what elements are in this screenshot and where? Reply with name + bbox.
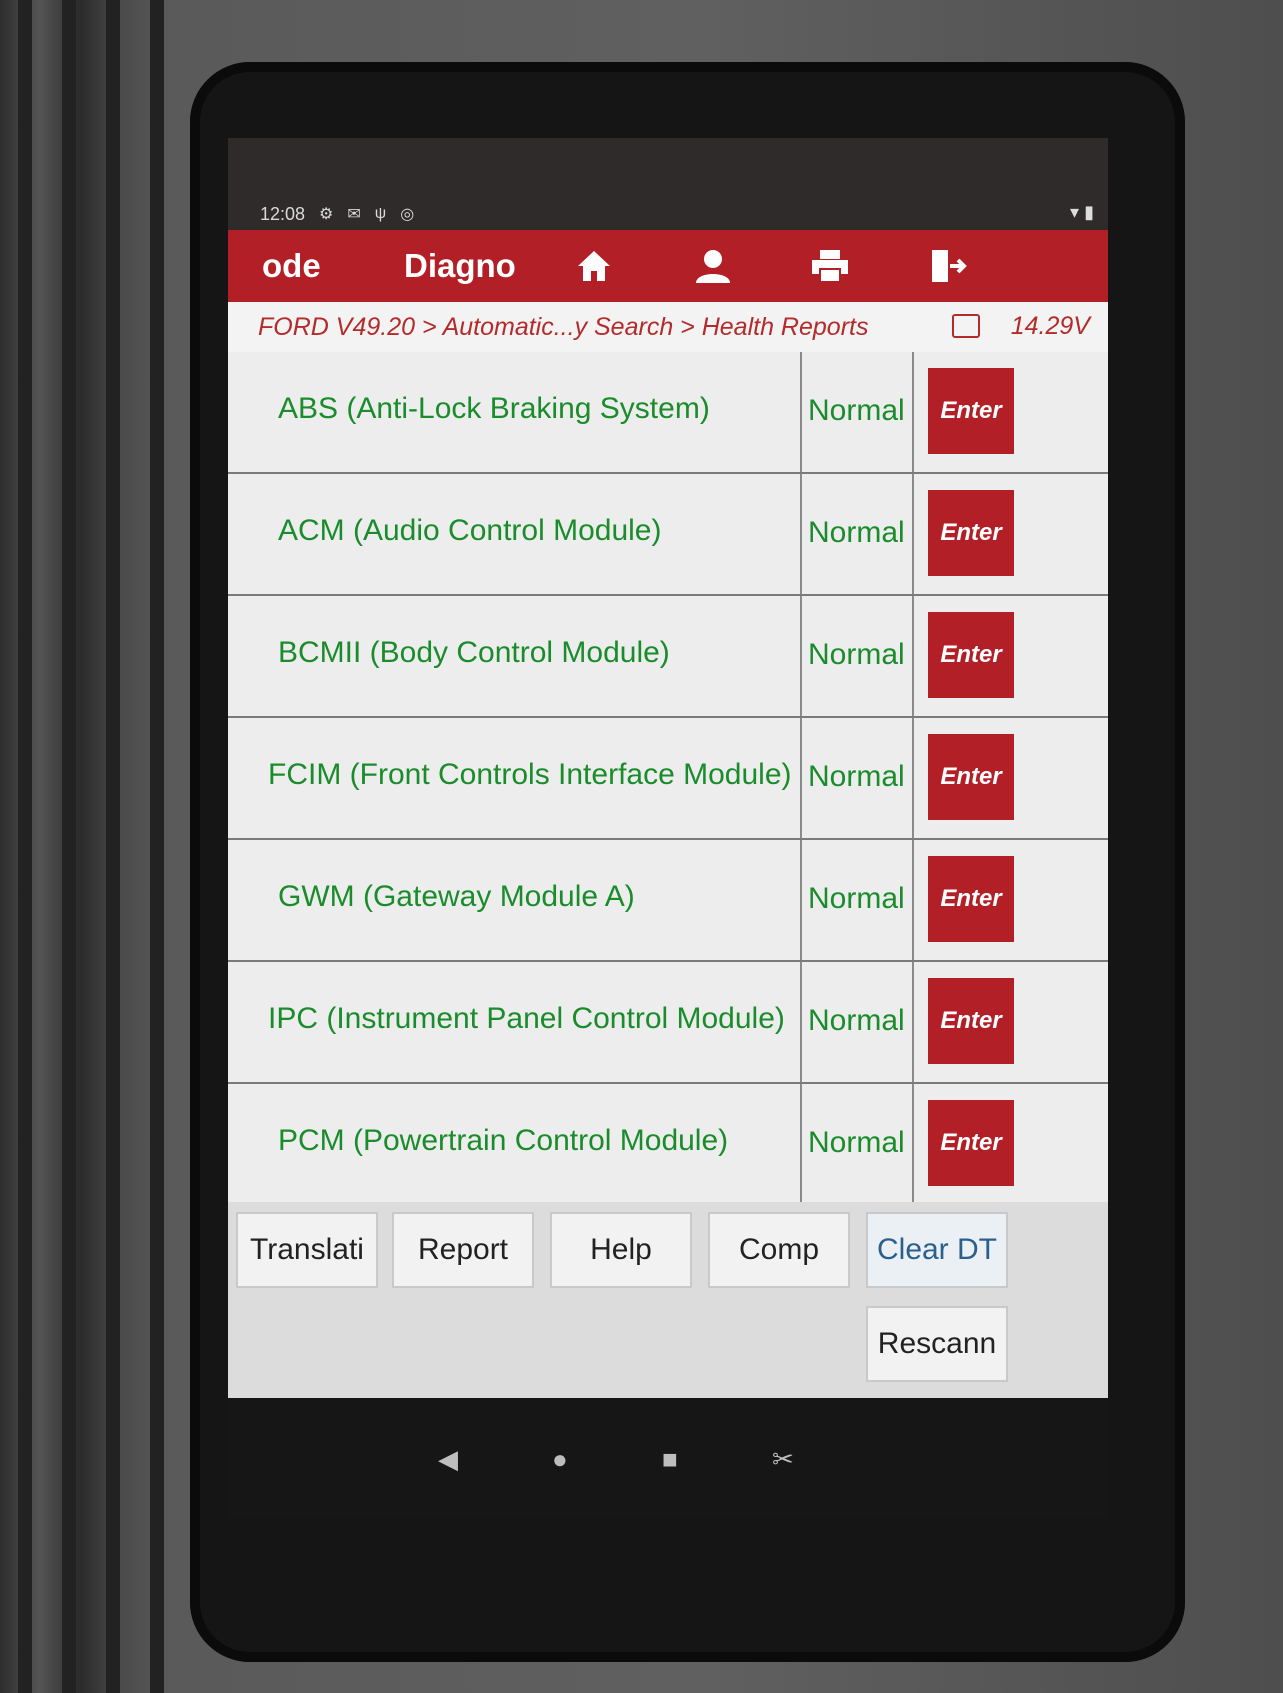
translation-button[interactable]: Translati [236,1212,378,1288]
column-divider [912,352,914,472]
table-row: PCM (Powertrain Control Module) Normal E… [228,1084,1108,1206]
battery-icon: ▮ [1084,202,1094,222]
compare-button[interactable]: Comp [708,1212,850,1288]
column-divider [800,352,802,472]
clear-dtc-button[interactable]: Clear DT [866,1212,1008,1288]
module-status: Normal [808,394,905,427]
android-nav-bar: ◀ ● ■ ✂ [228,1398,1108,1518]
enter-button[interactable]: Enter [928,978,1014,1064]
grip-ridge [150,0,164,1693]
module-status: Normal [808,882,905,915]
column-divider [800,962,802,1082]
enter-button[interactable]: Enter [928,490,1014,576]
module-name: GWM (Gateway Module A) [278,880,635,913]
grip-ridge [18,0,32,1693]
usb-icon: ψ [374,205,387,222]
table-row: ABS (Anti-Lock Braking System) Normal En… [228,352,1108,474]
module-status: Normal [808,1004,905,1037]
enter-button[interactable]: Enter [928,1100,1014,1186]
module-status: Normal [808,638,905,671]
tab-diagnose[interactable]: Diagno [404,247,516,285]
column-divider [800,596,802,716]
module-list: ABS (Anti-Lock Braking System) Normal En… [228,352,1108,1266]
column-divider [912,718,914,838]
column-divider [800,840,802,960]
enter-button[interactable]: Enter [928,368,1014,454]
device-screen: 12:08 ⚙ ✉ ψ ◎ ▾ ▮ ode Diagno FORD V49.20… [228,138,1108,1518]
report-button[interactable]: Report [392,1212,534,1288]
module-name: PCM (Powertrain Control Module) [278,1124,729,1157]
enter-button[interactable]: Enter [928,612,1014,698]
screenshot-icon[interactable]: ✂ [772,1444,794,1475]
column-divider [800,718,802,838]
module-status: Normal [808,760,905,793]
module-status: Normal [808,516,905,549]
recents-icon[interactable]: ■ [662,1444,678,1475]
enter-button[interactable]: Enter [928,734,1014,820]
breadcrumb-path: FORD V49.20 > Automatic...y Search > Hea… [258,312,869,341]
exit-icon[interactable] [928,248,968,284]
module-name: FCIM (Front Controls Interface Module) [268,758,792,791]
enter-button[interactable]: Enter [928,856,1014,942]
column-divider [912,840,914,960]
module-name: ABS (Anti-Lock Braking System) [278,392,710,425]
battery-voltage: 14.29V [1010,312,1090,340]
back-icon[interactable]: ◀ [438,1444,458,1475]
table-row: FCIM (Front Controls Interface Module) N… [228,718,1108,840]
home-icon[interactable] [576,249,612,283]
app-header: ode Diagno [228,230,1108,302]
module-status: Normal [808,1126,905,1159]
wifi-icon: ▾ [1070,202,1080,222]
printer-icon[interactable] [810,249,850,283]
column-divider [800,474,802,594]
tab-mode-label[interactable]: ode [262,247,321,285]
module-name: IPC (Instrument Panel Control Module) [268,1002,785,1035]
home-circle-icon[interactable]: ● [552,1444,568,1475]
android-status-bar: 12:08 ⚙ ✉ ψ ◎ ▾ ▮ [228,198,1108,230]
mail-icon: ✉ [347,206,361,223]
column-divider [912,596,914,716]
table-row: IPC (Instrument Panel Control Module) No… [228,962,1108,1084]
table-row: ACM (Audio Control Module) Normal Enter [228,474,1108,596]
column-divider [912,962,914,1082]
rescan-button[interactable]: Rescann [866,1306,1008,1382]
help-button[interactable]: Help [550,1212,692,1288]
table-row: BCMII (Body Control Module) Normal Enter [228,596,1108,718]
gear-icon: ⚙ [319,206,334,223]
table-row: GWM (Gateway Module A) Normal Enter [228,840,1108,962]
calendar-icon[interactable] [952,314,980,338]
column-divider [912,1084,914,1204]
grip-ridge [106,0,120,1693]
module-name: BCMII (Body Control Module) [278,636,670,669]
footer-toolbar: Translati Report Help Comp Clear DT Resc… [228,1202,1108,1398]
circle-icon: ◎ [400,206,415,223]
column-divider [912,474,914,594]
module-name: ACM (Audio Control Module) [278,514,662,547]
status-time: 12:08 [260,203,306,224]
column-divider [800,1084,802,1204]
user-icon[interactable] [694,248,732,284]
breadcrumb: FORD V49.20 > Automatic...y Search > Hea… [228,302,1108,352]
grip-ridge [62,0,76,1693]
